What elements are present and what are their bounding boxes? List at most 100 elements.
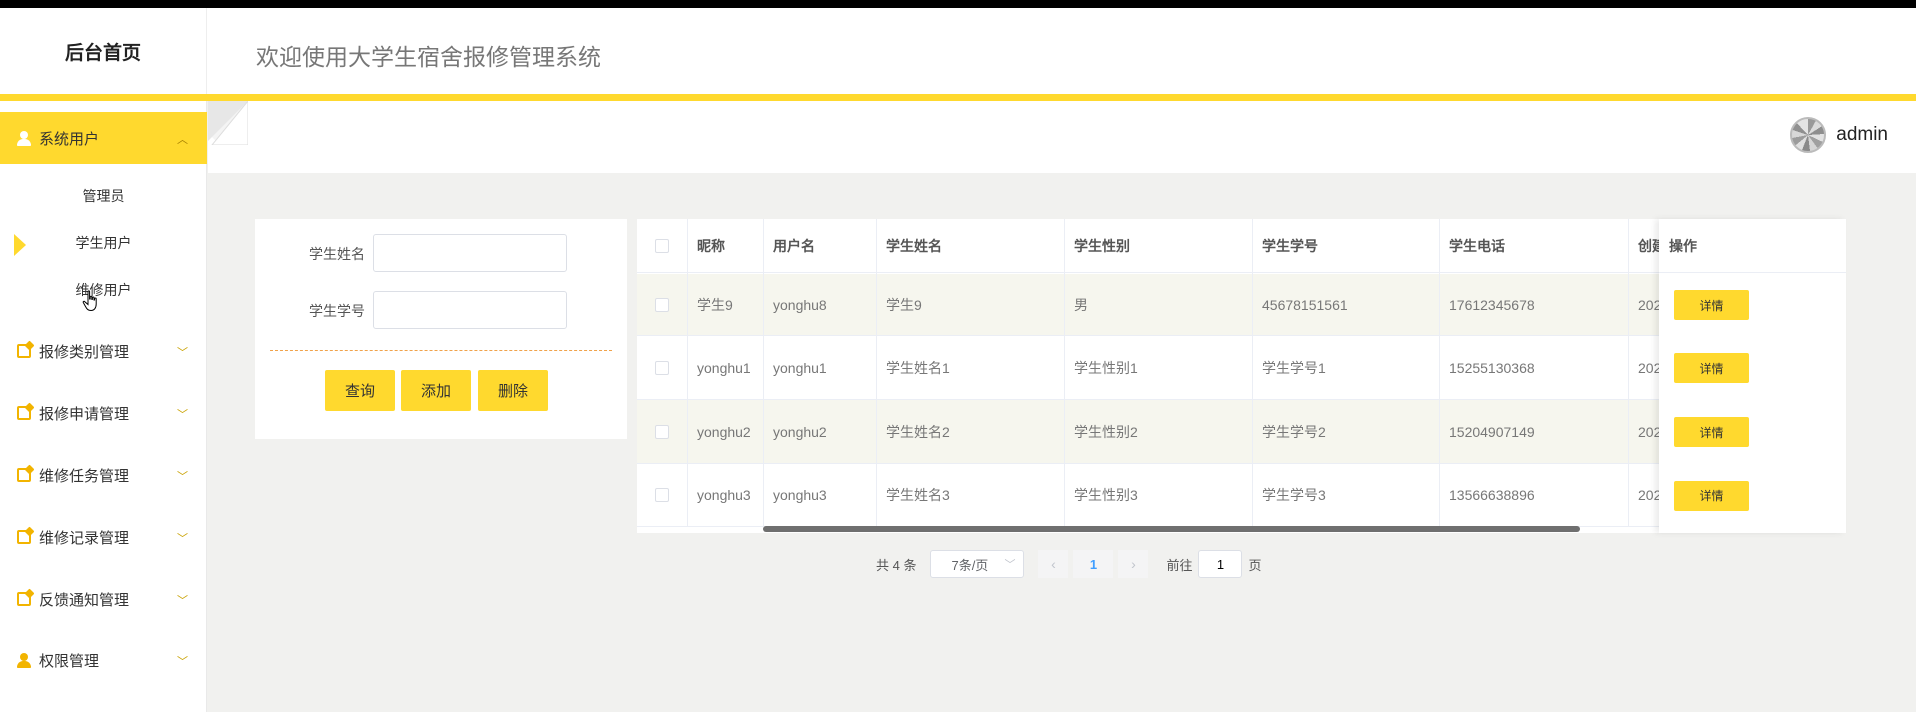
delete-button[interactable]: 删除 bbox=[478, 370, 548, 411]
row-select-cell bbox=[637, 274, 687, 335]
user-icon bbox=[17, 653, 31, 668]
sidebar-group-label: 维修记录管理 bbox=[39, 529, 130, 547]
column-divider bbox=[1439, 219, 1440, 527]
cell-username: yonghu1 bbox=[773, 359, 827, 376]
sub-header-bar bbox=[208, 101, 1916, 173]
column-header-nickname: 昵称 bbox=[687, 219, 763, 273]
query-button[interactable]: 查询 bbox=[325, 370, 395, 411]
detail-button[interactable]: 详情 bbox=[1674, 290, 1749, 320]
column-header-username: 用户名 bbox=[763, 219, 876, 273]
sidebar-group-repair-task[interactable]: 维修任务管理 ﹀ bbox=[0, 449, 207, 501]
sidebar-group-system-users[interactable]: 系统用户 ︿ bbox=[0, 112, 207, 164]
sidebar-item-student-users[interactable]: 学生用户 bbox=[0, 223, 207, 263]
column-divider bbox=[1252, 219, 1253, 527]
student-users-table: 昵称 用户名 学生姓名 学生性别 学生学号 学生电话 创建 学生9 yonghu… bbox=[637, 219, 1846, 533]
collapse-fold-icon[interactable] bbox=[208, 101, 248, 145]
cell-student-name: 学生姓名2 bbox=[886, 423, 950, 440]
row-select-cell bbox=[637, 336, 687, 399]
cell-student-number: 45678151561 bbox=[1262, 296, 1348, 313]
pagination-total: 共 4 条 bbox=[876, 557, 917, 573]
cell-created: 202 bbox=[1638, 359, 1659, 376]
page-title: 欢迎使用大学生宿舍报修管理系统 bbox=[256, 44, 601, 70]
page-number-1[interactable]: 1 bbox=[1073, 550, 1114, 578]
column-header-student-number: 学生学号 bbox=[1252, 219, 1439, 273]
table-horizontal-scrollbar[interactable] bbox=[763, 526, 1580, 532]
page-size-value: 7条/页 bbox=[951, 557, 989, 573]
chevron-down-icon: ﹀ bbox=[177, 409, 188, 421]
detail-button[interactable]: 详情 bbox=[1674, 480, 1749, 511]
edit-icon bbox=[17, 530, 31, 544]
pagination: 共 4 条 7条/页 ﹀ ‹ 1 › 前往 页 bbox=[876, 550, 1262, 578]
cell-student-number: 学生学号3 bbox=[1262, 487, 1326, 503]
cell-username: yonghu3 bbox=[773, 487, 827, 503]
user-icon bbox=[17, 131, 31, 146]
cell-nickname: yonghu3 bbox=[697, 487, 751, 503]
row-checkbox[interactable] bbox=[655, 424, 669, 439]
username-label: admin bbox=[1836, 124, 1888, 145]
cell-student-name: 学生9 bbox=[886, 296, 922, 313]
edit-icon bbox=[17, 468, 31, 482]
sidebar-group-feedback[interactable]: 反馈通知管理 ﹀ bbox=[0, 573, 207, 625]
sidebar-group-label: 报修类别管理 bbox=[39, 343, 130, 361]
row-checkbox[interactable] bbox=[655, 360, 669, 375]
brand-home-link[interactable]: 后台首页 bbox=[0, 8, 207, 94]
student-number-label: 学生学号 bbox=[309, 303, 365, 319]
chevron-down-icon: ﹀ bbox=[177, 347, 188, 359]
column-divider bbox=[876, 219, 877, 527]
cell-nickname: yonghu1 bbox=[697, 359, 751, 376]
chevron-up-icon: ︿ bbox=[177, 134, 188, 146]
cell-student-phone: 13566638896 bbox=[1449, 487, 1535, 503]
sidebar-item-repair-users[interactable]: 维修用户 bbox=[0, 270, 207, 310]
select-all-checkbox[interactable] bbox=[655, 238, 669, 253]
active-item-marker bbox=[14, 234, 26, 256]
student-name-label: 学生姓名 bbox=[309, 246, 365, 262]
column-header-student-phone: 学生电话 bbox=[1439, 219, 1628, 273]
cell-student-phone: 15204907149 bbox=[1449, 423, 1535, 440]
detail-button[interactable]: 详情 bbox=[1674, 353, 1749, 383]
cell-created: 202 bbox=[1638, 296, 1659, 313]
column-header-student-name: 学生姓名 bbox=[876, 219, 1064, 273]
student-number-input[interactable] bbox=[373, 291, 567, 329]
search-divider bbox=[270, 350, 612, 351]
column-divider bbox=[1628, 219, 1629, 527]
header-accent-line bbox=[0, 94, 1916, 101]
column-divider bbox=[1064, 219, 1065, 527]
sidebar-item-admins[interactable]: 管理员 bbox=[0, 176, 207, 216]
column-header-student-gender: 学生性别 bbox=[1064, 219, 1252, 273]
chevron-down-icon: ﹀ bbox=[177, 656, 188, 668]
cell-student-gender: 学生性别3 bbox=[1074, 487, 1138, 503]
sidebar-group-permissions[interactable]: 权限管理 ﹀ bbox=[0, 634, 207, 686]
sidebar-group-label: 系统用户 bbox=[39, 130, 100, 148]
row-checkbox[interactable] bbox=[655, 488, 669, 502]
cell-student-number: 学生学号1 bbox=[1262, 359, 1326, 376]
detail-button[interactable]: 详情 bbox=[1674, 417, 1749, 447]
cell-username: yonghu8 bbox=[773, 296, 827, 313]
avatar[interactable] bbox=[1790, 117, 1827, 153]
row-select-cell bbox=[637, 464, 687, 526]
user-menu[interactable]: admin bbox=[1790, 117, 1888, 153]
sidebar-group-repair-category[interactable]: 报修类别管理 ﹀ bbox=[0, 325, 207, 377]
sidebar-group-label: 维修任务管理 bbox=[39, 467, 130, 485]
action-cell: 详情 bbox=[1659, 400, 1846, 464]
chevron-down-icon: ﹀ bbox=[1004, 559, 1016, 571]
page-suffix-label: 页 bbox=[1248, 557, 1262, 573]
sidebar-group-repair-request[interactable]: 报修申请管理 ﹀ bbox=[0, 387, 207, 439]
goto-page-input[interactable] bbox=[1198, 550, 1243, 578]
next-page-button[interactable]: › bbox=[1118, 550, 1149, 578]
column-header-created: 创建 bbox=[1628, 219, 1659, 273]
sidebar-group-label: 权限管理 bbox=[39, 652, 100, 670]
cell-student-name: 学生姓名3 bbox=[886, 487, 950, 503]
operations-column: 操作 详情 详情 详情 详情 bbox=[1659, 219, 1846, 533]
search-panel: 学生姓名 学生学号 查询 添加 删除 bbox=[255, 219, 627, 439]
sidebar-group-label: 报修申请管理 bbox=[39, 405, 130, 423]
hand-cursor-icon bbox=[82, 290, 97, 312]
prev-page-button[interactable]: ‹ bbox=[1038, 550, 1069, 578]
sidebar-group-repair-record[interactable]: 维修记录管理 ﹀ bbox=[0, 511, 207, 563]
add-button[interactable]: 添加 bbox=[401, 370, 471, 411]
row-checkbox[interactable] bbox=[655, 297, 669, 312]
cell-nickname: 学生9 bbox=[697, 296, 733, 313]
sidebar: 系统用户 ︿ 管理员 学生用户 维修用户 报修类别管理 ﹀ 报修申请管理 ﹀ 维… bbox=[0, 101, 207, 712]
cell-username: yonghu2 bbox=[773, 423, 827, 440]
page-size-select[interactable]: 7条/页 ﹀ bbox=[930, 550, 1025, 578]
student-name-input[interactable] bbox=[373, 234, 567, 272]
